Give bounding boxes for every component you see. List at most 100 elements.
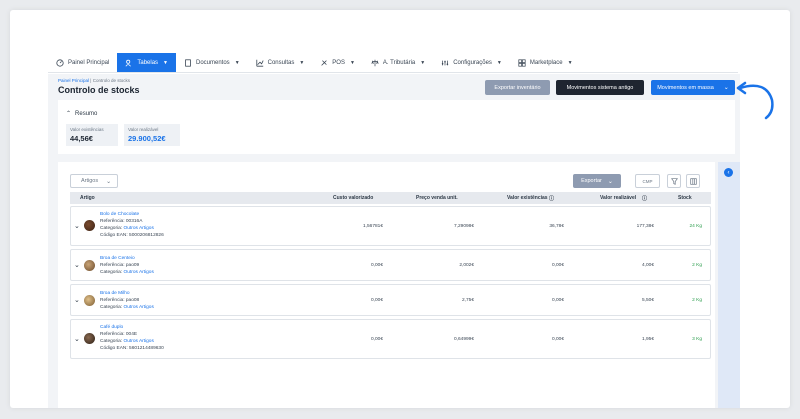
store-icon [518,58,526,67]
cell-stock-value: 0,00€ [551,298,564,303]
nav-tributaria[interactable]: A. Tributária ▼ [363,53,433,72]
col-stock[interactable]: Stock [678,195,692,201]
col-article[interactable]: Artigo [80,195,95,201]
nav-documentos[interactable]: Documentos ▼ [176,53,248,72]
product-name[interactable]: Broa de Milho [100,290,154,297]
product-name[interactable]: Bolo de Chocolate [100,211,164,218]
main-nav: Painel Principal Tabelas ▼ Documentos ▼ … [48,53,738,73]
summary-toggle[interactable]: ⌃ Resumo [66,110,98,118]
nav-configuracoes[interactable]: Configurações ▼ [433,53,510,72]
nav-label: POS [332,59,345,66]
export-button[interactable]: Exportar ⌄ [573,174,621,188]
product-thumbnail [84,295,95,306]
product-ean: Código EAN: 5601214489630 [100,346,164,351]
info-icon: ⓘ [642,196,648,202]
nav-label: Painel Principal [68,59,110,66]
chevron-down-icon: ⌄ [607,178,613,185]
cell-realizable: 1,95€ [641,337,654,342]
filter-icon [670,177,678,185]
bulk-movements-label: Movimentos em massa [657,84,714,91]
columns-icon [689,177,697,185]
side-panel-toggle[interactable]: ‹ [724,168,733,177]
summary-panel: ⌃ Resumo Valor existências 44,56€ Valor … [58,100,735,154]
col-stock-value[interactable]: Valor existências [507,195,548,201]
scale-icon [371,59,379,66]
nav-label: Marketplace [529,59,563,66]
product-ref: Referência: pao09 [100,263,140,268]
cell-price: 2,002€ [459,263,474,268]
product-category[interactable]: Outros Artigos [123,339,153,344]
breadcrumb-home[interactable]: Painel Principal [58,78,89,83]
nav-consultas[interactable]: Consultas ▼ [248,53,313,72]
product-category-label: Categoria: [100,226,123,231]
system-movements-label: Movimentos sistema antigo [566,84,634,91]
product-name[interactable]: Café duplo [100,324,164,331]
product-category[interactable]: Outros Artigos [123,305,153,310]
bulk-movements-button[interactable]: Movimentos em massa ⌄ [651,80,735,95]
settings-icon [442,60,449,65]
kpi-label: Valor existências [70,127,104,132]
filter-button[interactable] [667,174,681,188]
cell-stock-value: 0,00€ [551,337,564,342]
chevron-down-icon[interactable]: ⌄ [74,261,80,269]
page-title: Controlo de stocks [58,85,140,95]
product-name[interactable]: Broa de Centeio [100,255,154,262]
table-row[interactable]: ⌄ Broa de Centeio Referência: pao09 Cate… [70,249,711,281]
col-price[interactable]: Preço venda unit. [416,195,458,201]
summary-title: Resumo [75,110,98,117]
chevron-down-icon: ▼ [299,59,305,66]
chevron-down-icon: ▼ [567,59,573,66]
col-cost[interactable]: Custo valorizado [333,195,373,201]
system-movements-button[interactable]: Movimentos sistema antigo [556,80,644,95]
product-thumbnail [84,260,95,271]
info-icon: ⓘ [549,196,555,202]
cmp-button[interactable]: CMP [635,174,660,188]
product-info: Bolo de Chocolate Referência: 00316A Cat… [100,211,164,239]
chevron-down-icon: ⌄ [106,178,112,185]
breadcrumb-separator: | [90,78,92,83]
kpi-stock-value: Valor existências 44,56€ [66,124,118,146]
product-category-label: Categoria: [100,270,123,275]
nav-pos[interactable]: POS ▼ [312,53,363,72]
cell-cost: 0,00€ [370,337,383,342]
chart-icon [256,59,264,67]
product-ean: Código EAN: 5000206812826 [100,233,164,238]
chevron-left-icon: ‹ [727,169,730,176]
nav-label: Consultas [267,59,295,66]
table-row[interactable]: ⌄ Café duplo Referência: 004E Categoria:… [70,319,711,359]
stock-table-card: Artigos ⌄ Exportar ⌄ CMP Artigo Custo va… [58,162,715,408]
product-info: Broa de Milho Referência: pao08 Categori… [100,290,154,311]
callout-arrow-icon [736,81,774,120]
side-panel-strip: ‹ [718,162,740,408]
export-inventory-button[interactable]: Exportar inventário [485,80,550,95]
cell-stock: 2 Kg [692,263,702,268]
document-icon [185,58,191,67]
breadcrumb: Painel Principal | Controlo de stocks [58,78,130,83]
chevron-down-icon[interactable]: ⌄ [74,335,80,343]
nav-marketplace[interactable]: Marketplace ▼ [510,53,581,72]
nav-painel-principal[interactable]: Painel Principal [48,53,117,72]
product-info: Broa de Centeio Referência: pao09 Catego… [100,255,154,276]
table-row[interactable]: ⌄ Broa de Milho Referência: pao08 Catego… [70,284,711,316]
col-realizable[interactable]: Valor realizável [600,195,636,201]
table-row[interactable]: ⌄ Bolo de Chocolate Referência: 00316A C… [70,206,711,246]
product-category[interactable]: Outros Artigos [123,270,153,275]
chevron-down-icon[interactable]: ⌄ [74,222,80,230]
columns-button[interactable] [686,174,700,188]
breadcrumb-current: Controlo de stocks [92,78,131,83]
kpi-label: Valor realizável [128,127,159,132]
nav-tabelas[interactable]: Tabelas ▼ [117,53,176,72]
cell-price: 7,29098€ [453,224,474,229]
kpi-value: 44,56€ [70,134,93,143]
cmp-label: CMP [642,178,653,184]
chevron-down-icon: ▼ [420,59,426,66]
chevron-down-icon[interactable]: ⌄ [74,296,80,304]
cell-price: 0,64999€ [453,337,474,342]
article-filter-select[interactable]: Artigos ⌄ [70,174,118,188]
chevron-up-icon: ⌃ [66,111,72,117]
article-filter-value: Artigos [81,178,99,184]
product-category[interactable]: Outros Artigos [123,226,153,231]
export-label: Exportar [581,178,602,184]
pos-icon [321,59,327,66]
kpi-realizable-value: Valor realizável 29.900,52€ [124,124,180,146]
